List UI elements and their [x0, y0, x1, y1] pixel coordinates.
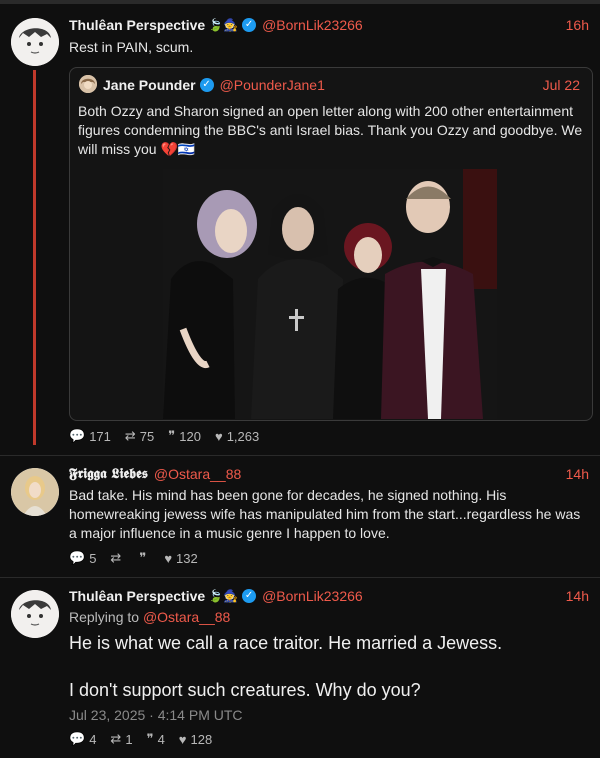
- quote-count[interactable]: ❞ 4: [147, 731, 165, 747]
- like-count[interactable]: ♥ 1,263: [215, 429, 259, 444]
- heart-icon: ♥: [214, 428, 223, 444]
- avatar-image: [11, 18, 59, 66]
- avatar-thulean[interactable]: [11, 590, 59, 638]
- reply-count-value: 5: [89, 550, 97, 566]
- retweet-count[interactable]: ⇄ 75: [125, 428, 154, 444]
- tweet2-stats: 💬 5 ⇄ ❞ ♥ 132: [69, 550, 212, 566]
- quote-icon: ❞: [146, 731, 154, 746]
- comment-icon: 💬: [69, 428, 86, 443]
- verified-badge-icon: ✓: [199, 78, 214, 92]
- retweet-icon: ⇄: [110, 550, 122, 565]
- tweet-text: Rest in PAIN, scum.: [69, 39, 194, 55]
- like-count-value: 128: [190, 731, 213, 747]
- verified-badge-icon: ✓: [242, 18, 257, 32]
- avatar-thulean[interactable]: [11, 18, 59, 66]
- tweet-time[interactable]: 14h: [566, 466, 589, 482]
- heart-icon: ♥: [164, 550, 173, 566]
- quote-count[interactable]: ❞: [139, 550, 150, 566]
- comment-icon: 💬: [69, 550, 86, 565]
- quote-display-name[interactable]: Jane Pounder: [103, 77, 196, 93]
- tweet3-stats: 💬 4 ⇄ 1 ❞ 4 ♥ 128: [69, 731, 226, 747]
- replying-to: Replying to @Ostara__88: [69, 609, 230, 625]
- quote-photo[interactable]: [163, 169, 497, 419]
- tweet2-header: 𝕱𝖗𝖎𝖌𝖌𝖆 𝕷𝖎𝖊𝖇𝖊𝖘 @Ostara__88: [69, 464, 241, 484]
- retweet-count[interactable]: ⇄ 1: [110, 731, 132, 747]
- tweet-divider: [0, 577, 600, 578]
- like-count[interactable]: ♥ 128: [179, 732, 212, 747]
- reply-count[interactable]: 💬 4: [69, 731, 96, 747]
- retweet-icon: ⇄: [124, 428, 136, 443]
- verified-badge-icon: ✓: [242, 589, 257, 603]
- retweet-count-value: 75: [139, 428, 155, 444]
- tweet1-header: Thulêan Perspective 🍃🧙 ✓ @BornLik23266: [69, 15, 363, 35]
- quote-handle[interactable]: @PounderJane1: [220, 77, 325, 93]
- quote-header: Jane Pounder ✓ @PounderJane1: [103, 75, 325, 95]
- tweet-divider: [0, 455, 600, 456]
- photo-image: [163, 169, 497, 419]
- tweet-text: Bad take. His mind has been gone for dec…: [69, 487, 581, 541]
- retweet-count-value: 1: [125, 731, 133, 747]
- tweet-text-line1: He is what we call a race traitor. He ma…: [69, 633, 503, 653]
- quote-avatar[interactable]: [79, 75, 97, 93]
- display-name[interactable]: Thulêan Perspective: [69, 588, 205, 604]
- display-name[interactable]: Thulêan Perspective: [69, 17, 205, 33]
- display-name[interactable]: 𝕱𝖗𝖎𝖌𝖌𝖆 𝕷𝖎𝖊𝖇𝖊𝖘: [69, 466, 148, 482]
- user-handle[interactable]: @BornLik23266: [262, 17, 363, 33]
- top-divider: [0, 0, 600, 4]
- user-handle[interactable]: @BornLik23266: [262, 588, 363, 604]
- like-count-value: 1,263: [226, 428, 260, 444]
- avatar-image: [11, 590, 59, 638]
- comment-icon: 💬: [69, 731, 86, 746]
- avatar-frigga[interactable]: [11, 468, 59, 516]
- replying-to-label: Replying to: [69, 609, 140, 625]
- tweet-time[interactable]: 16h: [566, 17, 589, 33]
- reply-count[interactable]: 💬 171: [69, 428, 111, 444]
- user-handle[interactable]: @Ostara__88: [154, 466, 241, 482]
- quote-count-value: 120: [179, 428, 201, 444]
- reply-count-value: 171: [89, 428, 111, 444]
- avatar-image: [11, 468, 59, 516]
- name-emoji-icons: 🍃🧙: [208, 18, 239, 32]
- reply-count[interactable]: 💬 5: [69, 550, 96, 566]
- heart-icon: ♥: [178, 731, 187, 747]
- thread-line: [33, 70, 36, 445]
- quote-avatar-image: [79, 75, 97, 93]
- tweet-text-line2: I don't support such creatures. Why do y…: [69, 680, 421, 700]
- quoted-tweet[interactable]: Jane Pounder ✓ @PounderJane1 Jul 22 Both…: [69, 67, 593, 421]
- tweet3-header: Thulêan Perspective 🍃🧙 ✓ @BornLik23266: [69, 586, 363, 606]
- name-emoji-icons: 🍃🧙: [208, 589, 239, 603]
- retweet-count[interactable]: ⇄: [110, 550, 125, 566]
- quote-count-value: 4: [157, 731, 165, 747]
- replying-to-handle[interactable]: @Ostara__88: [143, 609, 230, 625]
- quote-text: Both Ozzy and Sharon signed an open lett…: [78, 103, 583, 157]
- tweet-date[interactable]: Jul 23, 2025 · 4:14 PM UTC: [69, 707, 243, 723]
- like-count[interactable]: ♥ 132: [164, 551, 197, 566]
- quote-time[interactable]: Jul 22: [543, 77, 580, 93]
- like-count-value: 132: [176, 550, 198, 566]
- quote-icon: ❞: [139, 550, 147, 565]
- quote-count[interactable]: ❞ 120: [168, 428, 201, 444]
- quote-icon: ❞: [168, 428, 176, 443]
- tweet1-stats: 💬 171 ⇄ 75 ❞ 120 ♥ 1,263: [69, 428, 273, 444]
- retweet-icon: ⇄: [110, 731, 122, 746]
- reply-count-value: 4: [89, 731, 97, 747]
- tweet-time[interactable]: 14h: [566, 588, 589, 604]
